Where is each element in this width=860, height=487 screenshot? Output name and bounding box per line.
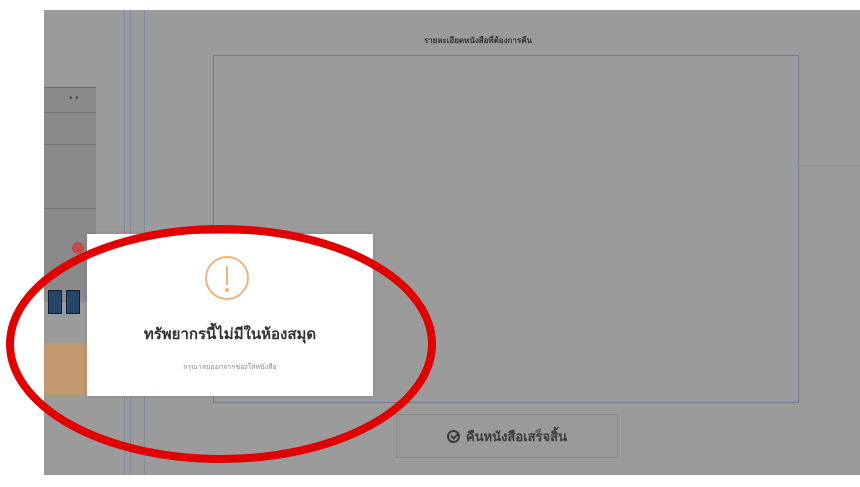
return-complete-label: คืนหนังสือเสร็จสิ้น: [466, 429, 567, 445]
list-row-divider: [44, 112, 96, 113]
action-tiles: [44, 286, 84, 316]
action-tile[interactable]: [48, 290, 62, 314]
remove-item-icon[interactable]: [72, 242, 84, 254]
list-row-divider: [44, 208, 96, 209]
action-tile[interactable]: [66, 290, 80, 314]
return-complete-button[interactable]: คืนหนังสือเสร็จสิ้น: [396, 414, 618, 458]
exclamation-dot: [225, 288, 229, 292]
alert-message: กรุณาลบออกจากช่องใส่หนังสือ: [183, 363, 277, 371]
alert-dialog: ทรัพยากรนี้ไม่มีในห้องสมุด กรุณาลบออกจาก…: [87, 234, 373, 396]
details-heading: รายละเอียดหนังสือที่ต้องการคืน: [424, 36, 533, 45]
list-row-divider: [44, 144, 96, 145]
exclamation-circle-icon: [205, 256, 249, 300]
divider: [798, 166, 860, 167]
check-circle-icon: [447, 429, 461, 443]
alert-title: ทรัพยากรนี้ไม่มีในห้องสมุด: [143, 325, 317, 343]
exclamation-bar: [226, 266, 228, 285]
panel-menu-icon[interactable]: ••: [68, 94, 81, 104]
